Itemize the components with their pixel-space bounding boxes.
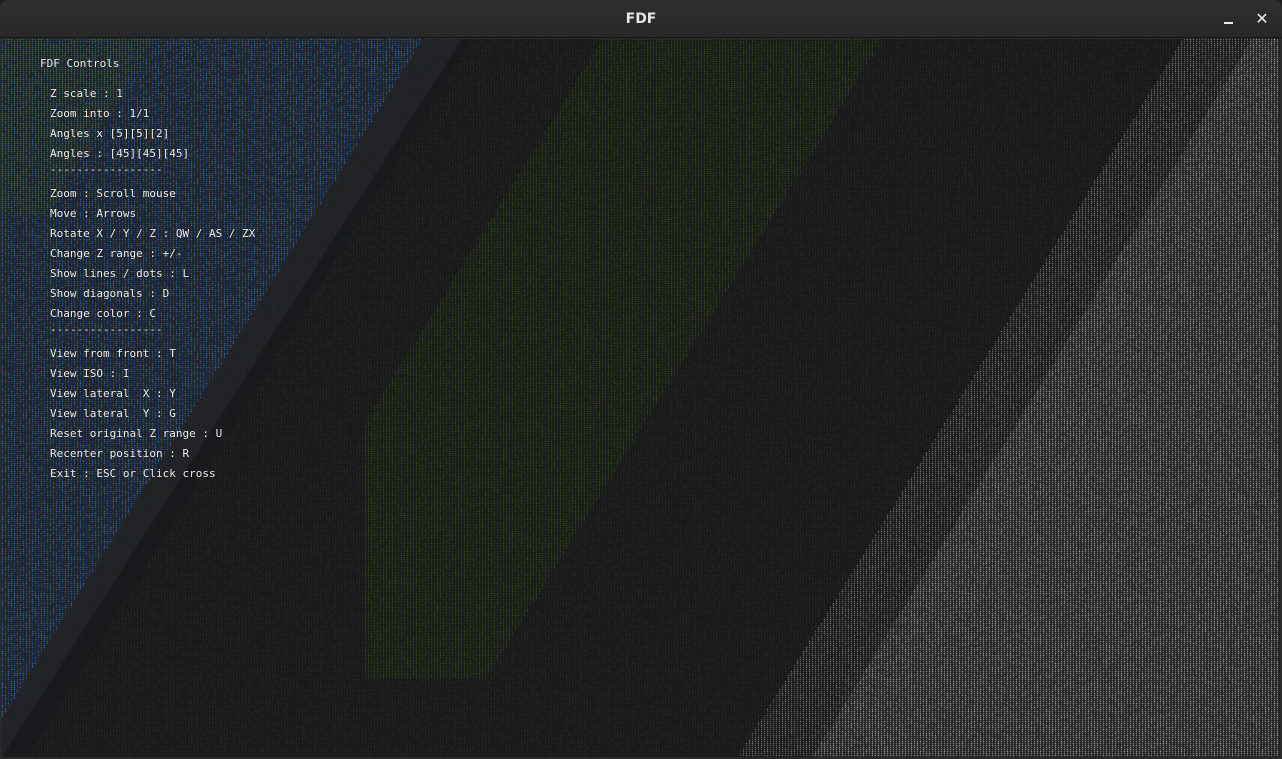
status-z-scale: Z scale : 1 xyxy=(50,87,123,100)
view-lateral-y: View lateral Y : G xyxy=(50,407,176,420)
separator: ----------------- xyxy=(50,323,163,336)
control-rotate: Rotate X / Y / Z : QW / AS / ZX xyxy=(50,227,256,240)
status-angles-step: Angles x [5][5][2] xyxy=(50,127,170,140)
control-z-range: Change Z range : +/- xyxy=(50,247,183,260)
reset-z-range: Reset original Z range : U xyxy=(50,427,223,440)
title-bar[interactable]: FDF ✕ xyxy=(0,0,1282,38)
view-iso: View ISO : I xyxy=(50,367,130,380)
fdf-window: FDF ✕ FDF Controls Z scale : 1 Zoom into… xyxy=(0,0,1282,759)
minimize-icon xyxy=(1223,22,1233,24)
exit-instruction: Exit : ESC or Click cross xyxy=(50,467,216,480)
wireframe-canvas[interactable] xyxy=(2,39,1280,757)
control-color: Change color : C xyxy=(50,307,156,320)
control-lines-dots: Show lines / dots : L xyxy=(50,267,190,280)
view-lateral-x: View lateral X : Y xyxy=(50,387,176,400)
separator: ----------------- xyxy=(50,163,163,176)
control-diagonals: Show diagonals : D xyxy=(50,287,170,300)
view-front: View from front : T xyxy=(50,347,176,360)
control-move: Move : Arrows xyxy=(50,207,137,220)
control-zoom: Zoom : Scroll mouse xyxy=(50,187,176,200)
render-viewport[interactable]: FDF Controls Z scale : 1 Zoom into : 1/1… xyxy=(2,39,1280,757)
close-button[interactable]: ✕ xyxy=(1248,5,1276,33)
window-title: FDF xyxy=(625,11,657,27)
status-angles: Angles : [45][45][45] xyxy=(50,147,190,160)
recenter-position: Recenter position : R xyxy=(50,447,190,460)
controls-heading: FDF Controls xyxy=(40,57,120,70)
minimize-button[interactable] xyxy=(1214,5,1242,33)
status-zoom: Zoom into : 1/1 xyxy=(50,107,150,120)
